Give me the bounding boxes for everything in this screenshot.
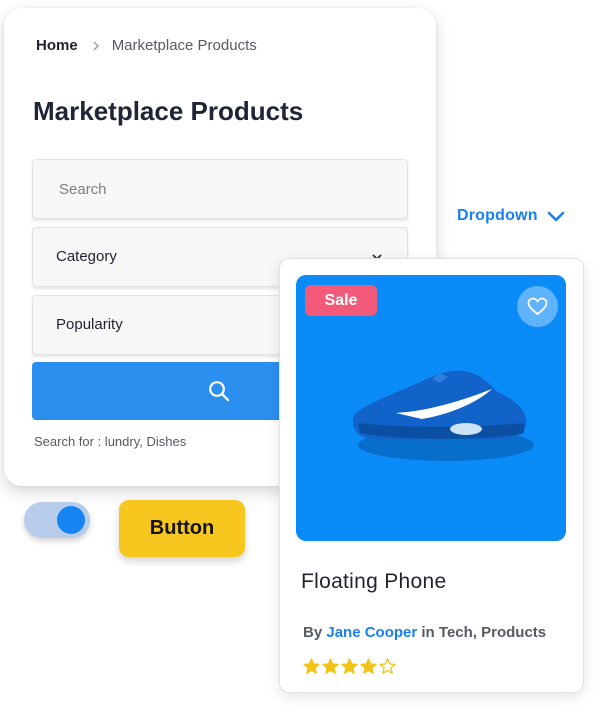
primary-button[interactable]: Button <box>119 500 245 557</box>
search-input[interactable]: Search <box>32 159 408 219</box>
product-byline: By Jane Cooper in Tech, Products <box>303 624 546 641</box>
breadcrumb-home[interactable]: Home <box>36 37 78 54</box>
author-link[interactable]: Jane Cooper <box>326 624 417 641</box>
sale-badge: Sale <box>305 285 377 316</box>
dropdown-label: Dropdown <box>457 207 538 224</box>
byline-prefix: By <box>303 624 323 641</box>
page-title: Marketplace Products <box>33 96 304 126</box>
heart-icon <box>527 297 548 316</box>
product-categories: Tech, Products <box>438 624 547 641</box>
star-icon <box>322 658 339 674</box>
sneaker-image <box>353 370 534 461</box>
dropdown-toggle[interactable]: Dropdown <box>457 207 566 225</box>
product-title: Floating Phone <box>301 570 447 593</box>
breadcrumb: Home Marketplace Products <box>36 37 257 54</box>
toggle-switch[interactable] <box>24 502 90 538</box>
wishlist-button[interactable] <box>517 286 558 327</box>
breadcrumb-current: Marketplace Products <box>111 37 257 54</box>
category-label: Category <box>56 248 117 265</box>
popularity-label: Popularity <box>56 316 123 333</box>
star-icon <box>303 658 320 674</box>
rating-stars <box>303 658 396 675</box>
product-image: Sale <box>296 275 566 541</box>
toggle-knob <box>57 506 85 534</box>
search-icon <box>209 381 230 402</box>
chevron-right-icon <box>93 40 99 51</box>
star-icon <box>360 658 377 674</box>
star-outline-icon <box>379 658 396 674</box>
chevron-down-icon <box>547 211 565 222</box>
search-placeholder: Search <box>59 181 107 198</box>
star-icon <box>341 658 358 674</box>
search-hint: Search for : lundry, Dishes <box>34 434 187 449</box>
byline-in: in <box>421 624 435 641</box>
product-card[interactable]: Sale Floating Phone By Jane Cooper in Te… <box>279 258 584 693</box>
